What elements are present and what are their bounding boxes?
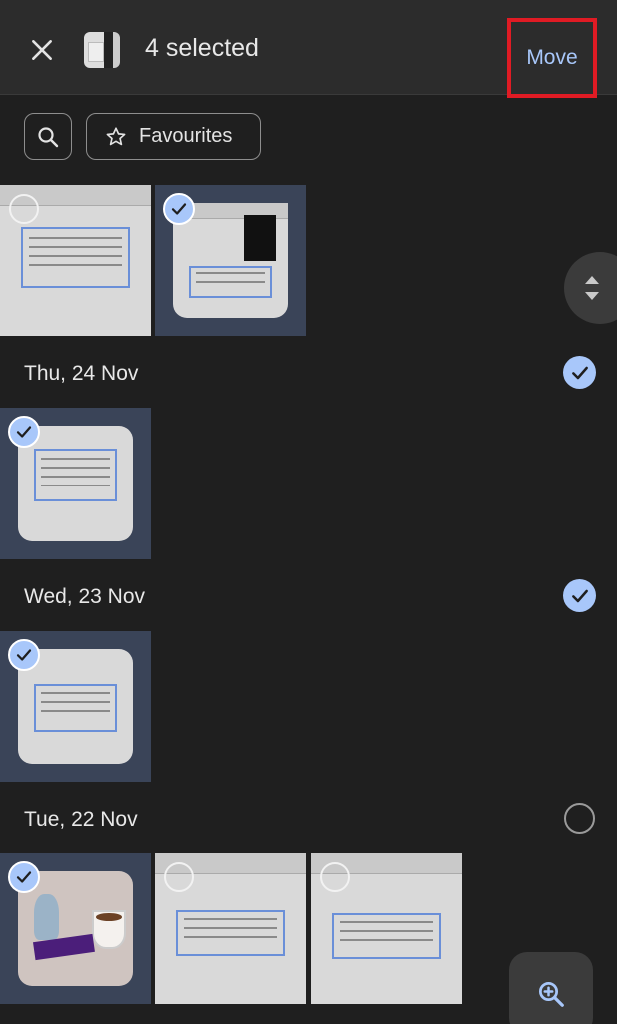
search-icon (38, 126, 59, 147)
check-icon (16, 426, 32, 438)
favourites-chip[interactable]: Favourites (86, 113, 261, 160)
scroll-handle-icon (585, 276, 599, 300)
check-icon (171, 203, 187, 215)
selection-preview-thumbnail (84, 32, 120, 68)
select-circle-icon[interactable] (9, 194, 39, 224)
search-button[interactable] (24, 113, 72, 160)
select-circle-icon[interactable] (320, 862, 350, 892)
date-header: Wed, 23 Nov (24, 585, 146, 608)
selection-app-bar: 4 selected Move (0, 0, 617, 98)
selected-check-icon[interactable] (163, 193, 195, 225)
date-header: Tue, 22 Nov (24, 808, 138, 831)
photo-item[interactable] (155, 185, 306, 336)
date-header: Thu, 24 Nov (24, 362, 139, 385)
check-icon (571, 366, 588, 379)
check-icon (571, 589, 588, 602)
star-icon (106, 126, 126, 145)
selected-check-icon[interactable] (8, 416, 40, 448)
check-icon (16, 871, 32, 883)
move-button[interactable]: Move (507, 18, 597, 98)
fast-scroll-handle[interactable] (564, 252, 617, 324)
zoom-in-icon (539, 982, 564, 1007)
selected-check-icon[interactable] (8, 639, 40, 671)
photo-item[interactable] (0, 853, 151, 1004)
check-icon (16, 649, 32, 661)
photo-item[interactable] (311, 853, 462, 1004)
photo-item[interactable] (0, 631, 151, 782)
selected-check-icon[interactable] (8, 861, 40, 893)
select-date-group-button[interactable] (564, 803, 595, 834)
photo-item[interactable] (0, 185, 151, 336)
selected-count: 4 selected (145, 34, 259, 62)
select-circle-icon[interactable] (164, 862, 194, 892)
zoom-in-button[interactable] (509, 952, 593, 1024)
move-button-label: Move (526, 46, 578, 69)
close-selection-button[interactable] (22, 30, 62, 70)
favourites-label: Favourites (139, 125, 233, 147)
close-icon (32, 40, 52, 60)
photo-item[interactable] (155, 853, 306, 1004)
select-date-group-button[interactable] (563, 356, 596, 389)
photo-item[interactable] (0, 408, 151, 559)
select-date-group-button[interactable] (563, 579, 596, 612)
